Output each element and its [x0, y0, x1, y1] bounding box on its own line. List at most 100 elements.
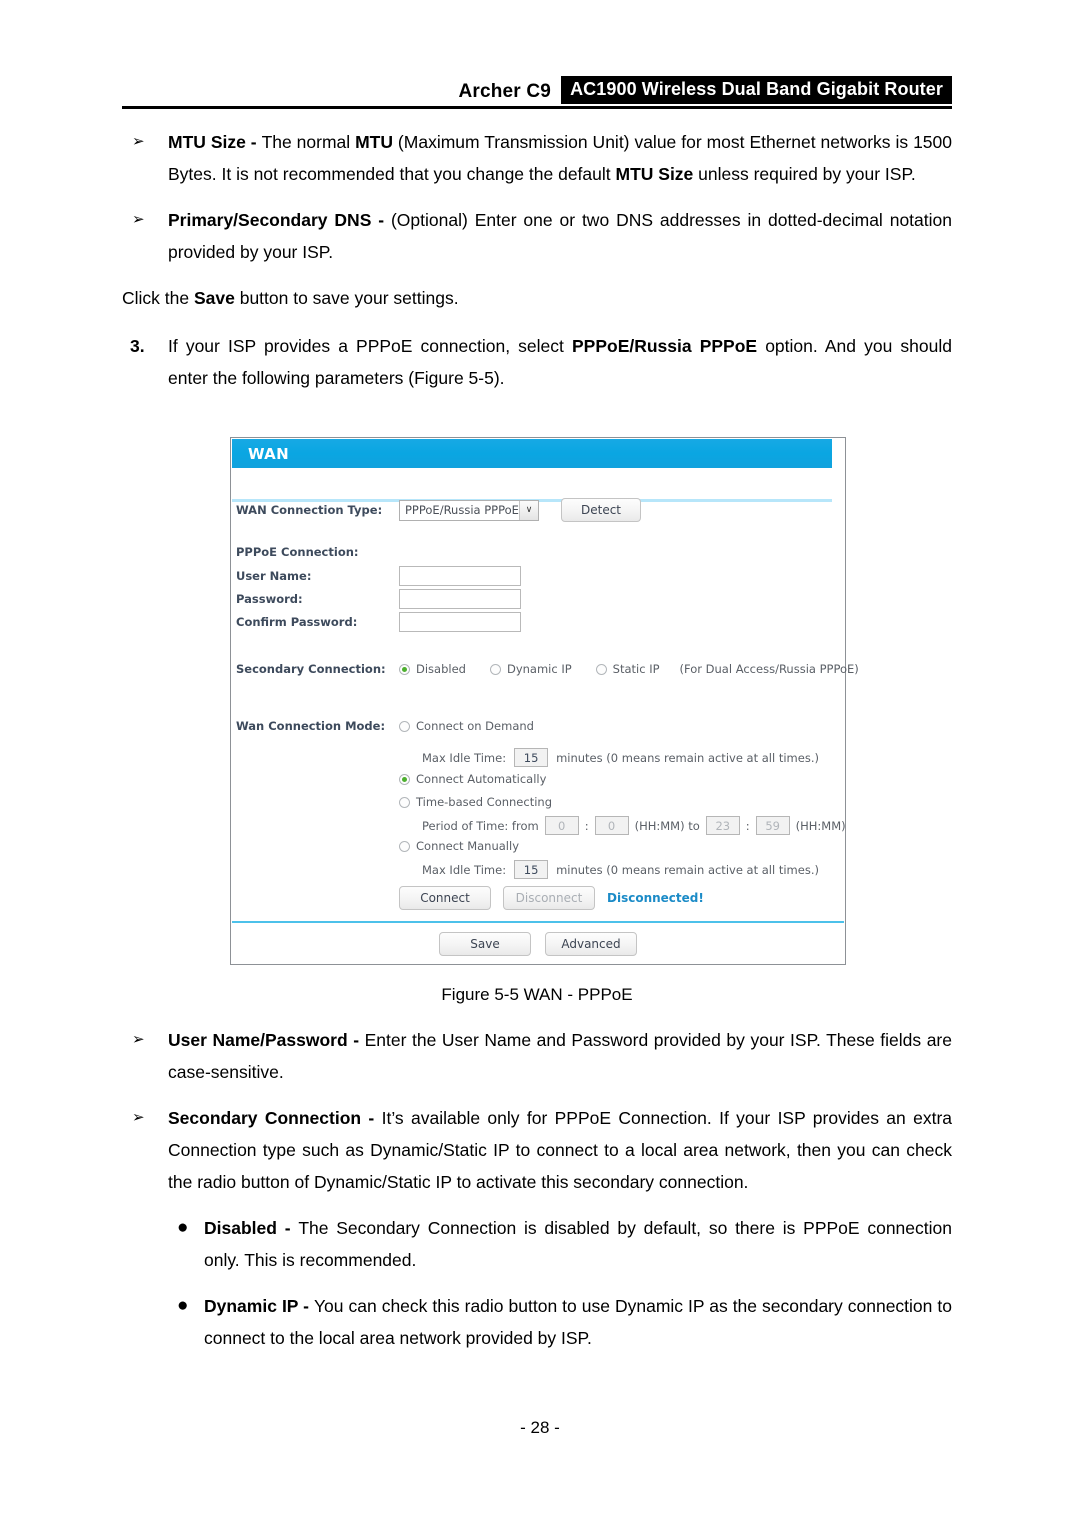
mtu-bold-2: MTU Size: [615, 164, 694, 184]
mtu-term: MTU Size -: [168, 132, 262, 152]
wan-connection-type-select[interactable]: PPPoE/Russia PPPoE ∨: [399, 499, 539, 521]
dot-bullet-icon: ●: [177, 1295, 189, 1316]
save-note-text-2: button to save your settings.: [234, 288, 459, 308]
bullet-mtu-size: ➢ MTU Size - The normal MTU (Maximum Tra…: [122, 126, 952, 190]
wan-footer-divider: [232, 921, 844, 923]
sub-bullet-disabled: ● Disabled - The Secondary Connection is…: [122, 1212, 952, 1276]
mode-option-time-based[interactable]: Time-based Connecting: [399, 795, 552, 809]
manual-max-idle-suffix: minutes (0 means remain active at all ti…: [556, 862, 819, 877]
manual-max-idle-input[interactable]: 15: [514, 860, 549, 879]
radio-connect-automatically-icon[interactable]: [399, 773, 410, 785]
bullet-user-name-password: ➢ User Name/Password - Enter the User Na…: [122, 1024, 952, 1088]
secondary-option-dynamic-ip[interactable]: Dynamic IP: [489, 662, 572, 676]
arrow-bullet-icon: ➢: [132, 1031, 145, 1048]
password-input[interactable]: [399, 589, 521, 609]
router-model-label: Archer C9: [458, 81, 552, 102]
save-note: Click the Save button to save your setti…: [122, 282, 952, 314]
connection-action-row: Connect Disconnect Disconnected!: [399, 886, 704, 910]
lower-content: ➢ User Name/Password - Enter the User Na…: [122, 1024, 952, 1368]
manual-max-idle-label: Max Idle Time:: [422, 862, 507, 877]
bullet-secondary-connection: ➢ Secondary Connection - It’s available …: [122, 1102, 952, 1198]
dynamic-ip-text: You can check this radio button to use D…: [204, 1296, 952, 1348]
mode-option-connect-automatically[interactable]: Connect Automatically: [399, 772, 546, 786]
step-number: 3.: [130, 336, 145, 356]
on-demand-max-idle-suffix: minutes (0 means remain active at all ti…: [556, 750, 819, 765]
sub-bullet-dynamic-ip-text: Dynamic IP - You can check this radio bu…: [204, 1290, 952, 1354]
header-row: Archer C9 AC1900 Wireless Dual Band Giga…: [122, 76, 952, 104]
wan-connection-type-value: PPPoE/Russia PPPoE: [405, 503, 519, 517]
radio-connect-manually-icon[interactable]: [399, 840, 410, 852]
period-from-hour-input[interactable]: 0: [544, 816, 579, 835]
wan-connection-mode-label: Wan Connection Mode:: [236, 719, 386, 733]
secondary-option-disabled[interactable]: Disabled: [399, 662, 466, 676]
on-demand-max-idle-input[interactable]: 15: [514, 748, 549, 767]
step3-text-1: If your ISP provides a PPPoE connection,…: [168, 336, 572, 356]
step3-bold: PPPoE/Russia PPPoE: [571, 336, 758, 356]
wan-connection-type-controls: PPPoE/Russia PPPoE ∨ Detect: [399, 498, 641, 522]
disabled-term: Disabled -: [204, 1218, 299, 1238]
radio-disabled-icon[interactable]: [399, 663, 410, 675]
dns-term: Primary/Secondary DNS -: [168, 210, 391, 230]
pppoe-connection-section-label: PPPoE Connection:: [236, 545, 359, 559]
password-label: Password:: [236, 592, 303, 606]
secondary-connection-options: Disabled Dynamic IP Static IP (For Dual …: [399, 662, 859, 676]
confirm-password-input[interactable]: [399, 612, 521, 632]
mtu-text-1: The normal: [261, 132, 356, 152]
secondary-option-static-ip[interactable]: Static IP: [595, 662, 660, 676]
radio-dynamic-ip-icon[interactable]: [489, 663, 501, 675]
secondary-option-dynamic-ip-label: Dynamic IP: [506, 662, 572, 676]
wan-panel-title: WAN: [232, 439, 832, 468]
detect-button[interactable]: Detect: [561, 498, 641, 522]
period-of-time-row: Period of Time: from 0 : 0 (HH:MM) to 23…: [422, 816, 846, 835]
radio-connect-on-demand-icon[interactable]: [399, 720, 410, 732]
secondary-connection-label: Secondary Connection:: [236, 662, 386, 676]
page-number: - 28 -: [520, 1418, 560, 1437]
user-name-input[interactable]: [399, 566, 521, 586]
mode-option-connect-manually[interactable]: Connect Manually: [399, 839, 519, 853]
secondary-term: Secondary Connection -: [168, 1108, 382, 1128]
on-demand-max-idle-label: Max Idle Time:: [422, 750, 507, 765]
wan-panel-body: WAN Connection Type: PPPoE/Russia PPPoE …: [231, 498, 859, 919]
mode-connect-on-demand-label: Connect on Demand: [416, 719, 534, 733]
save-button[interactable]: Save: [439, 932, 531, 956]
secondary-connection-note: (For Dual Access/Russia PPPoE): [679, 662, 859, 676]
dynamic-ip-term: Dynamic IP -: [204, 1296, 314, 1316]
connect-button[interactable]: Connect: [399, 886, 491, 910]
upper-content: ➢ MTU Size - The normal MTU (Maximum Tra…: [122, 126, 952, 408]
router-wan-screenshot: WAN WAN Connection Type: PPPoE/Russia PP…: [230, 437, 859, 965]
period-mid-label-1: (HH:MM) to: [634, 818, 700, 833]
period-from-minute-input[interactable]: 0: [594, 816, 629, 835]
sub-bullet-disabled-text: Disabled - The Secondary Connection is d…: [204, 1212, 952, 1276]
page-header: Archer C9 AC1900 Wireless Dual Band Giga…: [122, 76, 952, 110]
mode-connect-automatically-label: Connect Automatically: [416, 772, 547, 786]
arrow-bullet-icon: ➢: [132, 211, 145, 228]
advanced-button[interactable]: Advanced: [545, 932, 637, 956]
user-pass-term: User Name/Password -: [168, 1030, 365, 1050]
bullet-dns: ➢ Primary/Secondary DNS - (Optional) Ent…: [122, 204, 952, 268]
radio-static-ip-icon[interactable]: [595, 663, 607, 675]
period-to-hour-input[interactable]: 23: [705, 816, 740, 835]
sub-bullet-dynamic-ip: ● Dynamic IP - You can check this radio …: [122, 1290, 952, 1354]
on-demand-max-idle-row: Max Idle Time: 15 minutes (0 means remai…: [422, 748, 819, 767]
mtu-text-3: unless required by your ISP.: [693, 164, 916, 184]
router-title-banner: AC1900 Wireless Dual Band Gigabit Router: [561, 76, 952, 104]
period-of-time-prefix: Period of Time: from: [422, 818, 539, 833]
dot-bullet-icon: ●: [177, 1217, 189, 1238]
period-to-minute-input[interactable]: 59: [755, 816, 790, 835]
header-divider: [122, 106, 952, 109]
confirm-password-field-wrap: [399, 612, 521, 632]
manual-max-idle-row: Max Idle Time: 15 minutes (0 means remai…: [422, 860, 819, 879]
period-from-separator: :: [584, 818, 589, 833]
connection-status-text: Disconnected!: [607, 891, 704, 905]
secondary-option-static-ip-label: Static IP: [612, 662, 660, 676]
radio-time-based-icon[interactable]: [399, 796, 410, 808]
mode-time-based-label: Time-based Connecting: [416, 795, 552, 809]
chevron-down-icon[interactable]: ∨: [519, 500, 538, 520]
wan-connection-type-label: WAN Connection Type:: [236, 503, 383, 517]
disconnect-button[interactable]: Disconnect: [503, 886, 595, 910]
mtu-bold-1: MTU: [355, 132, 393, 152]
mode-option-connect-on-demand[interactable]: Connect on Demand: [399, 719, 534, 733]
confirm-password-label: Confirm Password:: [236, 615, 358, 629]
secondary-option-disabled-label: Disabled: [416, 662, 466, 676]
arrow-bullet-icon: ➢: [132, 1109, 145, 1126]
